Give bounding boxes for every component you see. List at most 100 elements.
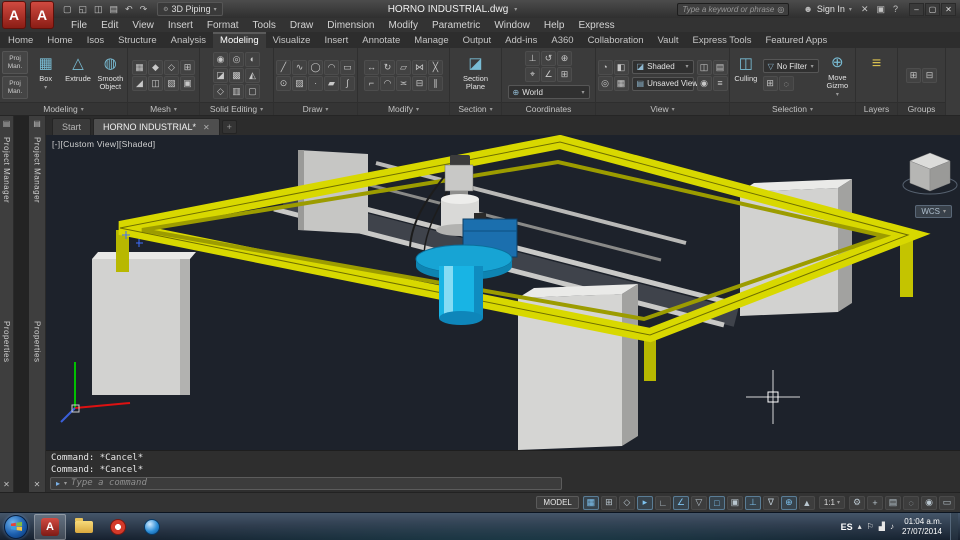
orbit-icon[interactable]: ◔ <box>597 59 613 75</box>
isodraft-icon[interactable]: ▽ <box>690 495 707 510</box>
annotation-monitor-icon[interactable]: + <box>867 495 883 510</box>
volume-icon[interactable]: ♪ <box>890 522 894 531</box>
mesh-smooth-less-icon[interactable]: ◇ <box>164 59 179 75</box>
mesh-box-icon[interactable]: ▦ <box>132 59 147 75</box>
workspace-switcher[interactable]: ⚙ 3D Piping ▾ <box>157 2 223 16</box>
group-icon[interactable]: ⊞ <box>906 67 921 83</box>
palette-title-properties[interactable]: Properties <box>33 321 42 362</box>
file-tab-start[interactable]: Start <box>52 118 92 135</box>
ucs-origin-icon[interactable]: ⌖ <box>525 67 540 82</box>
zoom-icon[interactable]: ◎ <box>597 75 613 91</box>
action-center-icon[interactable]: ⚐ <box>867 522 874 531</box>
hidden-icons-button[interactable]: ▴ <box>858 522 862 531</box>
infer-constraints-icon[interactable]: ◇ <box>618 495 635 510</box>
show-desktop-button[interactable] <box>950 513 958 540</box>
extrude-button[interactable]: △ Extrude <box>63 52 92 98</box>
graphics-performance-icon[interactable]: ◉ <box>921 495 937 510</box>
command-input[interactable]: ▸ ▾ Type a command <box>50 476 562 490</box>
project-data-ribbon-button[interactable]: Proj Man. <box>2 76 28 99</box>
ucs-3point-icon[interactable]: ⊞ <box>557 67 572 82</box>
annotation-visibility-icon[interactable]: ▲ <box>798 495 815 510</box>
thicken-icon[interactable]: ▩ <box>229 67 244 83</box>
rtab-analysis[interactable]: Analysis <box>164 32 213 48</box>
3d-osnap-icon[interactable]: ▣ <box>726 495 743 510</box>
no-filter-dropdown[interactable]: ▽ No Filter ▾ <box>762 59 819 73</box>
taskbar-explorer-button[interactable] <box>68 514 100 540</box>
offset-icon[interactable]: ▱ <box>396 59 411 75</box>
menu-item-help[interactable]: Help <box>537 20 572 31</box>
rtab-vault[interactable]: Vault <box>651 32 686 48</box>
panel-modify-label[interactable]: Modify ▾ <box>358 102 449 115</box>
explode-icon[interactable]: ⊟ <box>412 75 427 91</box>
isolate-objects-icon[interactable]: ◌ <box>903 495 919 510</box>
view-manager-icon[interactable]: ▤ <box>712 59 728 75</box>
arc-icon[interactable]: ◠ <box>324 59 339 75</box>
line-icon[interactable]: ╱ <box>276 59 291 75</box>
file-tab-horno-industrial[interactable]: HORNO INDUSTRIAL* ✕ <box>93 118 220 135</box>
mesh-refine-icon[interactable]: ⊞ <box>180 59 195 75</box>
rtab-manage[interactable]: Manage <box>407 32 455 48</box>
restore-button[interactable]: ▢ <box>925 2 941 16</box>
rtab-collaboration[interactable]: Collaboration <box>581 32 651 48</box>
array-icon[interactable]: ∥ <box>428 75 443 91</box>
menu-item-tools[interactable]: Tools <box>246 20 283 31</box>
menu-item-insert[interactable]: Insert <box>161 20 200 31</box>
viewcube[interactable] <box>902 152 958 195</box>
extract-edges-icon[interactable]: ◇ <box>213 83 228 99</box>
clean-screen-icon[interactable]: ▭ <box>939 495 955 510</box>
palette-title-project-manager[interactable]: Project Manager <box>33 137 42 203</box>
interfere-icon[interactable]: ◭ <box>245 67 260 83</box>
mirror-icon[interactable]: ⋈ <box>412 59 427 75</box>
camera-icon[interactable]: ◉ <box>696 75 712 91</box>
taskbar-autocad-button[interactable]: A <box>34 513 66 540</box>
exchange-apps-icon[interactable]: ✕ <box>858 4 872 15</box>
spline-icon[interactable]: ∫ <box>340 75 355 91</box>
mesh-smooth-more-icon[interactable]: ◆ <box>148 59 163 75</box>
rtab-express-tools[interactable]: Express Tools <box>686 32 759 48</box>
pan-icon[interactable]: ◧ <box>613 59 629 75</box>
rtab-a360[interactable]: A360 <box>544 32 580 48</box>
smooth-object-button[interactable]: ◍ Smooth Object <box>96 52 125 98</box>
mesh-extrude-face-icon[interactable]: ▧ <box>164 75 179 91</box>
quick-properties-icon[interactable]: ▤ <box>885 495 901 510</box>
osnap-icon[interactable]: □ <box>708 495 725 510</box>
imprint-icon[interactable]: ▥ <box>229 83 244 99</box>
panel-layers-label[interactable]: Layers <box>856 102 897 115</box>
solid-union-icon[interactable]: ◉ <box>213 51 228 67</box>
slice-icon[interactable]: ◪ <box>213 67 228 83</box>
rtab-annotate[interactable]: Annotate <box>355 32 407 48</box>
palette-strip-1[interactable]: ▤ Project Manager Properties ✕ <box>0 116 14 492</box>
ortho-icon[interactable]: ∟ <box>654 495 671 510</box>
panel-coordinates-label[interactable]: Coordinates <box>502 102 595 115</box>
menu-item-format[interactable]: Format <box>200 20 246 31</box>
redo-icon[interactable]: ↷ <box>137 4 151 15</box>
palette-strip-2[interactable]: ▤ Project Manager Properties ✕ <box>29 116 46 492</box>
menu-item-express[interactable]: Express <box>571 20 621 31</box>
move-icon[interactable]: ↔ <box>364 59 379 75</box>
network-icon[interactable]: ▟ <box>879 522 885 531</box>
language-indicator[interactable]: ES <box>841 522 853 532</box>
solid-subtract-icon[interactable]: ◎ <box>229 51 244 67</box>
search-box[interactable]: Type a keyword or phrase ◎ <box>677 2 790 16</box>
viewport-config-icon[interactable]: ◫ <box>696 59 712 75</box>
undo-icon[interactable]: ↶ <box>122 4 136 15</box>
start-button[interactable] <box>4 514 28 539</box>
drawing-viewport[interactable]: [-][Custom View][Shaded] WCS ▾ <box>46 135 960 450</box>
sign-in-button[interactable]: ☻ Sign In ▾ <box>797 4 858 14</box>
annotation-scale-button[interactable]: 1:1 ▾ <box>818 496 845 509</box>
culling-button[interactable]: ◫ Culling <box>732 52 760 98</box>
taskbar-app-red-button[interactable] <box>102 514 134 540</box>
point-icon[interactable]: ∙ <box>308 75 323 91</box>
new-file-icon[interactable]: ▢ <box>60 4 75 15</box>
rotate-icon[interactable]: ↻ <box>380 59 395 75</box>
new-drawing-tab-button[interactable]: + <box>221 120 237 134</box>
selection-window-icon[interactable]: ⊞ <box>762 76 778 91</box>
panel-mesh-label[interactable]: Mesh ▾ <box>128 102 199 115</box>
palette-title-project-manager[interactable]: Project Manager <box>2 137 11 203</box>
circle-icon[interactable]: ◯ <box>308 59 323 75</box>
move-gizmo-button[interactable]: ⊕ Move Gizmo ▾ <box>822 51 853 99</box>
workspace-switching-icon[interactable]: ⚙ <box>849 495 865 510</box>
panel-section-label[interactable]: Section ▾ <box>450 102 501 115</box>
box-button[interactable]: ▦ Box ▾ <box>31 52 60 98</box>
rtab-home[interactable]: Home <box>40 32 79 48</box>
